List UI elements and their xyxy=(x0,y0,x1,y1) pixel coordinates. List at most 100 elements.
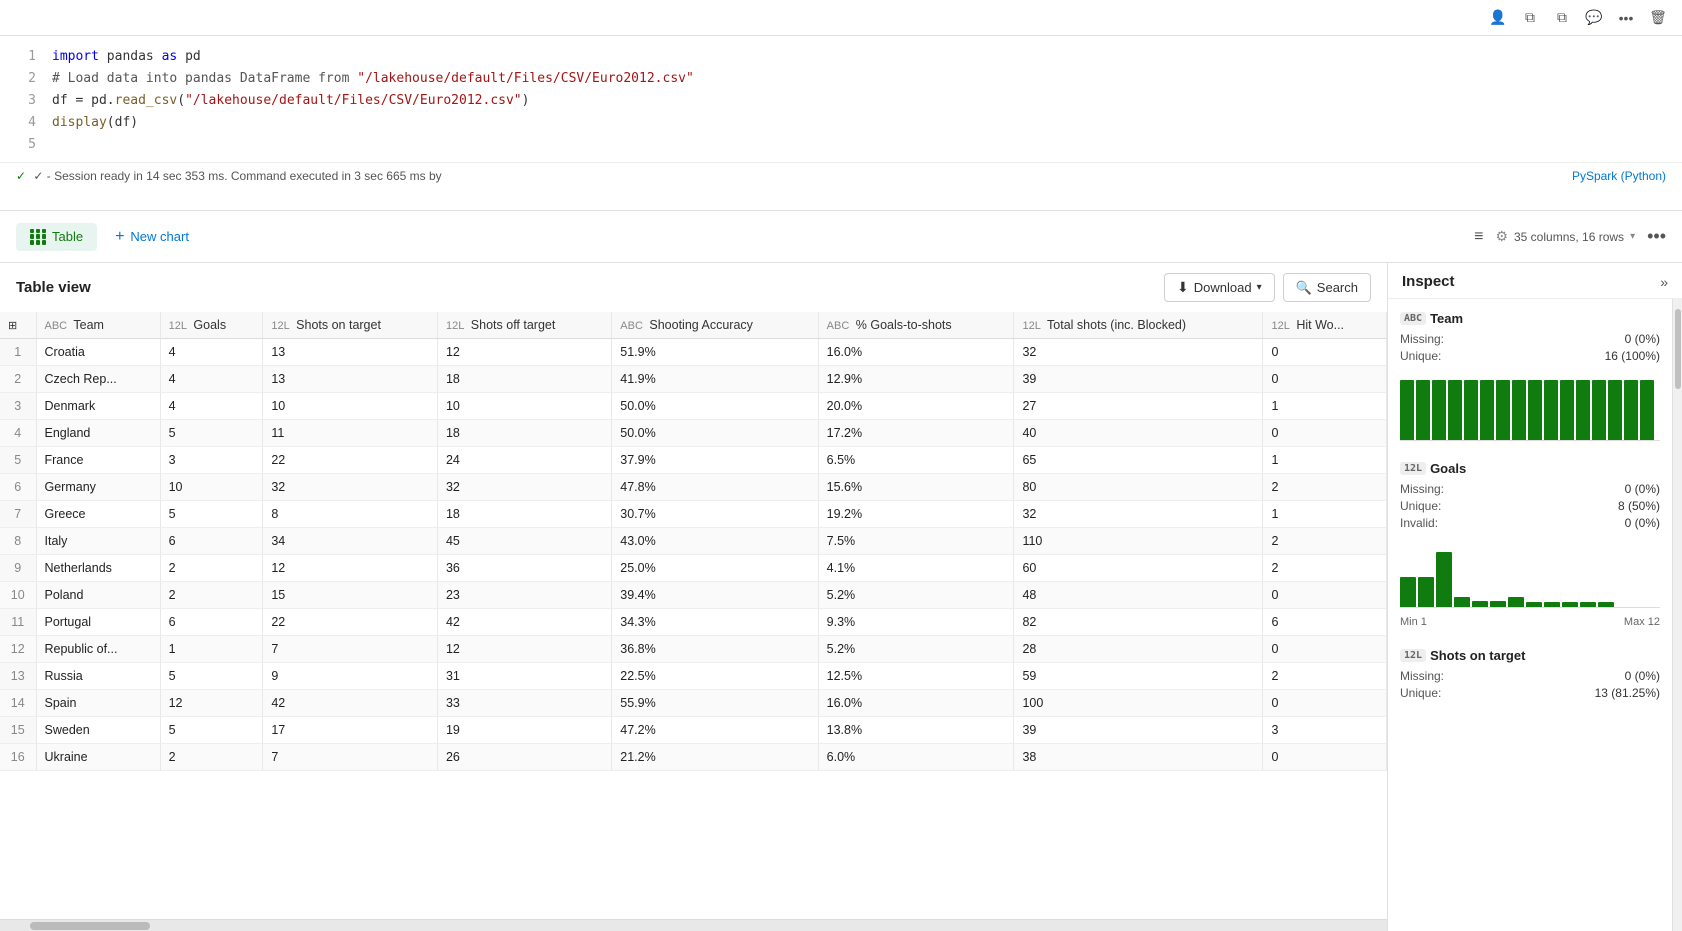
table-cell: 36 xyxy=(437,555,611,582)
table-row[interactable]: 3Denmark4101050.0%20.0%271 xyxy=(0,393,1387,420)
table-cell: 26 xyxy=(437,744,611,771)
col-header-goals-to-shots[interactable]: ABC % Goals-to-shots xyxy=(818,312,1014,339)
table-row[interactable]: 15Sweden5171947.2%13.8%393 xyxy=(0,717,1387,744)
inspect-section-team-title: ABC Team xyxy=(1400,311,1660,326)
main-content: Table view ⬇ Download ▾ 🔍 Search ⊞ xyxy=(0,263,1682,931)
table-cell: 7.5% xyxy=(818,528,1014,555)
table-row[interactable]: 11Portugal6224234.3%9.3%826 xyxy=(0,609,1387,636)
table-row[interactable]: 14Spain12423355.9%16.0%1000 xyxy=(0,690,1387,717)
user-icon[interactable]: 👤 xyxy=(1486,6,1510,30)
table-cell: 12.5% xyxy=(818,663,1014,690)
col-header-team[interactable]: ABC Team xyxy=(36,312,160,339)
table-cell: 82 xyxy=(1014,609,1263,636)
col-header-hit-wo[interactable]: 12L Hit Wo... xyxy=(1263,312,1387,339)
table-tab[interactable]: Table xyxy=(16,223,97,251)
row-number: 9 xyxy=(0,555,36,582)
table-cell: 0 xyxy=(1263,339,1387,366)
table-cell: 2 xyxy=(1263,474,1387,501)
table-cell: 0 xyxy=(1263,744,1387,771)
table-cell: 10 xyxy=(263,393,438,420)
table-cell: Spain xyxy=(36,690,160,717)
shots-missing-stat: Missing: 0 (0%) xyxy=(1400,669,1660,683)
table-cell: 34 xyxy=(263,528,438,555)
table-row[interactable]: 13Russia593122.5%12.5%592 xyxy=(0,663,1387,690)
table-cell: 0 xyxy=(1263,636,1387,663)
table-cell: Italy xyxy=(36,528,160,555)
table-cell: 22 xyxy=(263,447,438,474)
row-num-header: ⊞ xyxy=(0,312,36,339)
table-row[interactable]: 12Republic of...171236.8%5.2%280 xyxy=(0,636,1387,663)
inspect-scrollbar-thumb[interactable] xyxy=(1675,309,1681,389)
row-number: 14 xyxy=(0,690,36,717)
table-row[interactable]: 5France3222437.9%6.5%651 xyxy=(0,447,1387,474)
more-icon[interactable]: ••• xyxy=(1614,6,1638,30)
inspect-section-shots-title: 12L Shots on target xyxy=(1400,648,1660,663)
table-cell: 38 xyxy=(1014,744,1263,771)
table-row[interactable]: 9Netherlands2123625.0%4.1%602 xyxy=(0,555,1387,582)
table-cell: 32 xyxy=(1014,501,1263,528)
col-header-shots-on[interactable]: 12L Shots on target xyxy=(263,312,438,339)
inspect-section-team: ABC Team Missing: 0 (0%) Unique: 16 (100… xyxy=(1400,311,1660,441)
table-cell: 2 xyxy=(1263,663,1387,690)
table-row[interactable]: 4England5111850.0%17.2%400 xyxy=(0,420,1387,447)
delete-icon[interactable]: 🗑 xyxy=(1646,6,1670,30)
table-cell: 100 xyxy=(1014,690,1263,717)
expand-icon[interactable]: » xyxy=(1660,274,1668,290)
status-text: ✓ ✓ - Session ready in 14 sec 353 ms. Co… xyxy=(16,169,442,183)
data-table-wrapper[interactable]: ⊞ ABC Team 12L Goals 12L Shots on target… xyxy=(0,312,1387,919)
table-cell: 42 xyxy=(437,609,611,636)
table-row[interactable]: 6Germany10323247.8%15.6%802 xyxy=(0,474,1387,501)
table-cell: 50.0% xyxy=(612,420,818,447)
table-cell: 2 xyxy=(160,744,263,771)
table-row[interactable]: 2Czech Rep...4131841.9%12.9%390 xyxy=(0,366,1387,393)
inspect-header: Inspect » xyxy=(1388,263,1682,299)
table-cell: 11 xyxy=(263,420,438,447)
table-cell: 8 xyxy=(263,501,438,528)
table-row[interactable]: 16Ukraine272621.2%6.0%380 xyxy=(0,744,1387,771)
table-cell: Sweden xyxy=(36,717,160,744)
table-row[interactable]: 7Greece581830.7%19.2%321 xyxy=(0,501,1387,528)
table-cell: 27 xyxy=(1014,393,1263,420)
table-settings-icon[interactable]: ⊞ xyxy=(8,320,17,332)
inspect-scrollbar[interactable] xyxy=(1672,299,1682,931)
table-row[interactable]: 1Croatia4131251.9%16.0%320 xyxy=(0,339,1387,366)
comment-icon[interactable]: 💬 xyxy=(1582,6,1606,30)
table-cell: 7 xyxy=(263,636,438,663)
table-cell: 36.8% xyxy=(612,636,818,663)
table-cell: 17 xyxy=(263,717,438,744)
goals-unique-stat: Unique: 8 (50%) xyxy=(1400,499,1660,513)
table-row[interactable]: 10Poland2152339.4%5.2%480 xyxy=(0,582,1387,609)
table-cell: 12 xyxy=(437,339,611,366)
table-cell: 5 xyxy=(160,501,263,528)
scrollbar-thumb[interactable] xyxy=(30,922,150,930)
table-cell: 10 xyxy=(160,474,263,501)
search-button[interactable]: 🔍 Search xyxy=(1283,273,1371,302)
filter-icon[interactable]: ≡ xyxy=(1474,228,1483,246)
table-cell: 3 xyxy=(160,447,263,474)
more-options-button[interactable]: ••• xyxy=(1647,226,1666,247)
col-header-total-shots[interactable]: 12L Total shots (inc. Blocked) xyxy=(1014,312,1263,339)
goals-missing-stat: Missing: 0 (0%) xyxy=(1400,482,1660,496)
table-cell: 39 xyxy=(1014,717,1263,744)
col-header-shooting-acc[interactable]: ABC Shooting Accuracy xyxy=(612,312,818,339)
table-cell: Portugal xyxy=(36,609,160,636)
copy-icon[interactable]: ⧉ xyxy=(1550,6,1574,30)
table-grid-icon xyxy=(30,229,46,245)
table-cell: 39.4% xyxy=(612,582,818,609)
shots-unique-stat: Unique: 13 (81.25%) xyxy=(1400,686,1660,700)
table-cell: 60 xyxy=(1014,555,1263,582)
table-cell: 0 xyxy=(1263,690,1387,717)
runtime-label[interactable]: PySpark (Python) xyxy=(1572,169,1666,183)
download-button[interactable]: ⬇ Download ▾ xyxy=(1164,273,1275,302)
horizontal-scrollbar[interactable] xyxy=(0,919,1387,931)
new-chart-button[interactable]: + New chart xyxy=(101,222,203,252)
table-row[interactable]: 8Italy6344543.0%7.5%1102 xyxy=(0,528,1387,555)
code-line-2: 2 # Load data into pandas DataFrame from… xyxy=(16,68,1666,90)
col-header-shots-off[interactable]: 12L Shots off target xyxy=(437,312,611,339)
display-icon[interactable]: ⧉ xyxy=(1518,6,1542,30)
row-number: 5 xyxy=(0,447,36,474)
row-number: 8 xyxy=(0,528,36,555)
col-header-goals[interactable]: 12L Goals xyxy=(160,312,263,339)
table-cell: 6 xyxy=(1263,609,1387,636)
dropdown-icon[interactable]: ▾ xyxy=(1630,231,1635,242)
